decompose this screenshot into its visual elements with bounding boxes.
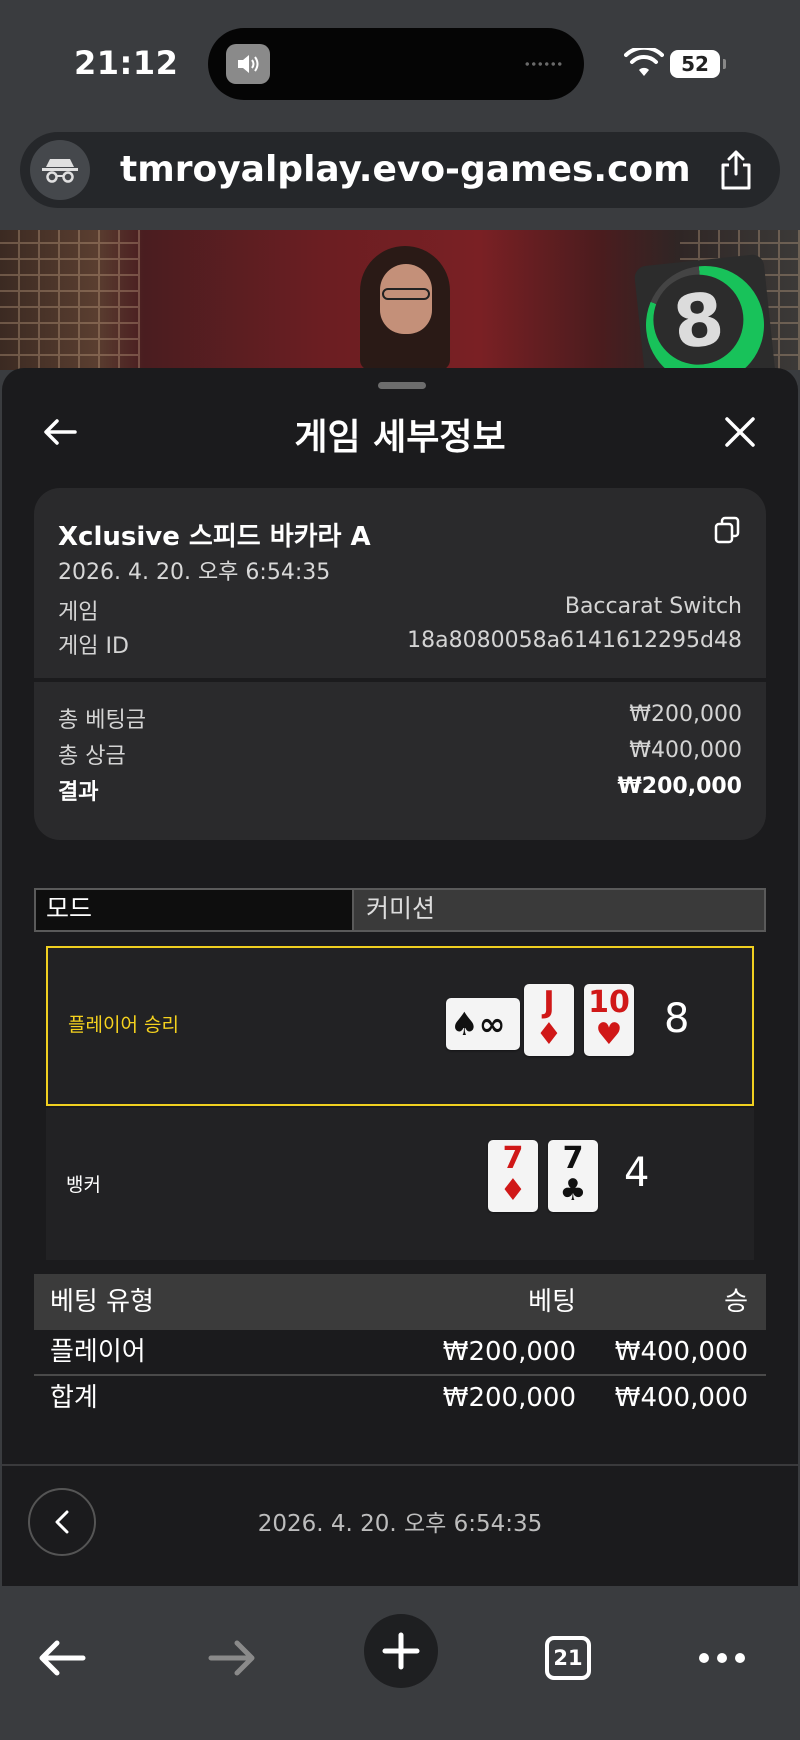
incognito-icon[interactable]	[30, 140, 90, 200]
browser-toolbar: 21	[0, 1586, 800, 1740]
header-win: 승	[724, 1287, 748, 1317]
dealer-image	[360, 246, 450, 370]
tabs-button[interactable]: 21	[532, 1622, 604, 1694]
banker-hand: 뱅커 7 ♦ 7 ♣ 4	[46, 1108, 754, 1260]
game-datetime: 2026. 4. 20. 오후 6:54:35	[58, 560, 331, 585]
url-text[interactable]: tmroyalplay.evo-games.com	[120, 132, 691, 208]
close-icon[interactable]	[718, 410, 762, 454]
game-type-label: 게임	[58, 600, 99, 625]
clock: 21:12	[74, 44, 179, 82]
dynamic-island	[208, 28, 584, 100]
total-bet-value: ₩200,000	[629, 702, 742, 727]
table-row-total: 합계 ₩200,000 ₩400,000	[34, 1376, 766, 1420]
countdown-timer: 8	[633, 253, 777, 370]
player-result-label: 플레이어 승리	[68, 1014, 179, 1036]
result-value: ₩200,000	[617, 774, 742, 799]
status-bar: 21:12 52	[0, 0, 800, 120]
address-bar[interactable]: tmroyalplay.evo-games.com	[20, 132, 780, 208]
row-win: ₩400,000	[614, 1383, 748, 1413]
bet-table-header: 베팅 유형 베팅 승	[34, 1274, 766, 1330]
copy-icon[interactable]	[714, 516, 742, 546]
total-win-label: 총 상금	[58, 744, 126, 769]
row-bet-type: 합계	[50, 1383, 98, 1413]
tabs-count: 21	[545, 1636, 591, 1680]
total-win-value: ₩400,000	[629, 738, 742, 763]
back-arrow-icon[interactable]	[38, 410, 82, 454]
game-info-card: Xclusive 스피드 바카라 A 2026. 4. 20. 오후 6:54:…	[34, 488, 766, 840]
sheet-grabber[interactable]	[378, 382, 426, 389]
player-card-1: J ♦	[524, 984, 574, 1056]
sheet-title: 게임 세부정보	[294, 417, 506, 458]
player-card-2: 10 ♥	[584, 984, 634, 1056]
player-side-card: ♠∞	[446, 998, 520, 1050]
mode-tabs: 모드 커미션	[34, 888, 766, 932]
game-id-value: 18a8080058a6141612295d48	[407, 628, 742, 653]
player-score: 8	[664, 996, 690, 1042]
sheet-footer: 2026. 4. 20. 오후 6:54:35	[2, 1464, 798, 1590]
player-hand: 플레이어 승리 ♠∞ J ♦ 10 ♥ 8	[46, 946, 754, 1106]
game-name: Xclusive 스피드 바카라 A	[58, 522, 371, 552]
card-suit: ♦	[499, 1173, 527, 1208]
card-rank: J	[543, 985, 555, 1020]
live-video: 8	[0, 230, 800, 370]
browser-forward-icon[interactable]	[196, 1622, 268, 1694]
banker-card-2: 7 ♣	[548, 1140, 598, 1212]
header-bet-type: 베팅 유형	[50, 1287, 154, 1317]
video-decor-left	[0, 230, 140, 370]
tab-commission[interactable]: 커미션	[356, 890, 766, 930]
banker-score: 4	[624, 1150, 650, 1196]
row-win: ₩400,000	[614, 1337, 748, 1367]
wifi-icon	[624, 45, 664, 78]
total-bet-label: 총 베팅금	[58, 708, 146, 733]
card-rank: 10	[588, 985, 630, 1020]
table-row: 플레이어 ₩200,000 ₩400,000	[34, 1330, 766, 1376]
more-icon[interactable]	[686, 1622, 758, 1694]
row-bet: ₩200,000	[442, 1337, 576, 1367]
new-tab-button[interactable]	[364, 1606, 438, 1696]
game-type-value: Baccarat Switch	[564, 594, 742, 619]
plus-icon	[364, 1614, 438, 1688]
card-divider	[34, 678, 766, 682]
card-rank: 7	[562, 1141, 584, 1176]
result-label: 결과	[58, 780, 99, 805]
banker-card-1: 7 ♦	[488, 1140, 538, 1212]
card-suit: ♣	[559, 1173, 587, 1208]
speaker-icon	[226, 44, 270, 84]
row-bet: ₩200,000	[442, 1383, 576, 1413]
header-bet: 베팅	[528, 1287, 576, 1317]
row-bet-type: 플레이어	[50, 1337, 146, 1367]
island-dots	[524, 61, 564, 67]
share-icon[interactable]	[714, 146, 758, 194]
card-symbol: ∞	[478, 1005, 506, 1043]
card-rank: 7	[502, 1141, 524, 1176]
banker-label: 뱅커	[66, 1174, 101, 1196]
card-suit: ♠	[450, 1005, 479, 1043]
battery-indicator: 52	[670, 50, 726, 78]
game-id-label: 게임 ID	[58, 634, 129, 659]
browser-back-icon[interactable]	[26, 1622, 98, 1694]
card-suit: ♥	[595, 1017, 623, 1052]
game-details-sheet: 게임 세부정보 Xclusive 스피드 바카라 A 2026. 4. 20. …	[2, 368, 798, 1588]
card-suit: ♦	[535, 1017, 563, 1052]
footer-datetime: 2026. 4. 20. 오후 6:54:35	[257, 1511, 543, 1537]
tab-mode[interactable]: 모드	[36, 890, 354, 930]
timer-value: 8	[669, 276, 728, 366]
